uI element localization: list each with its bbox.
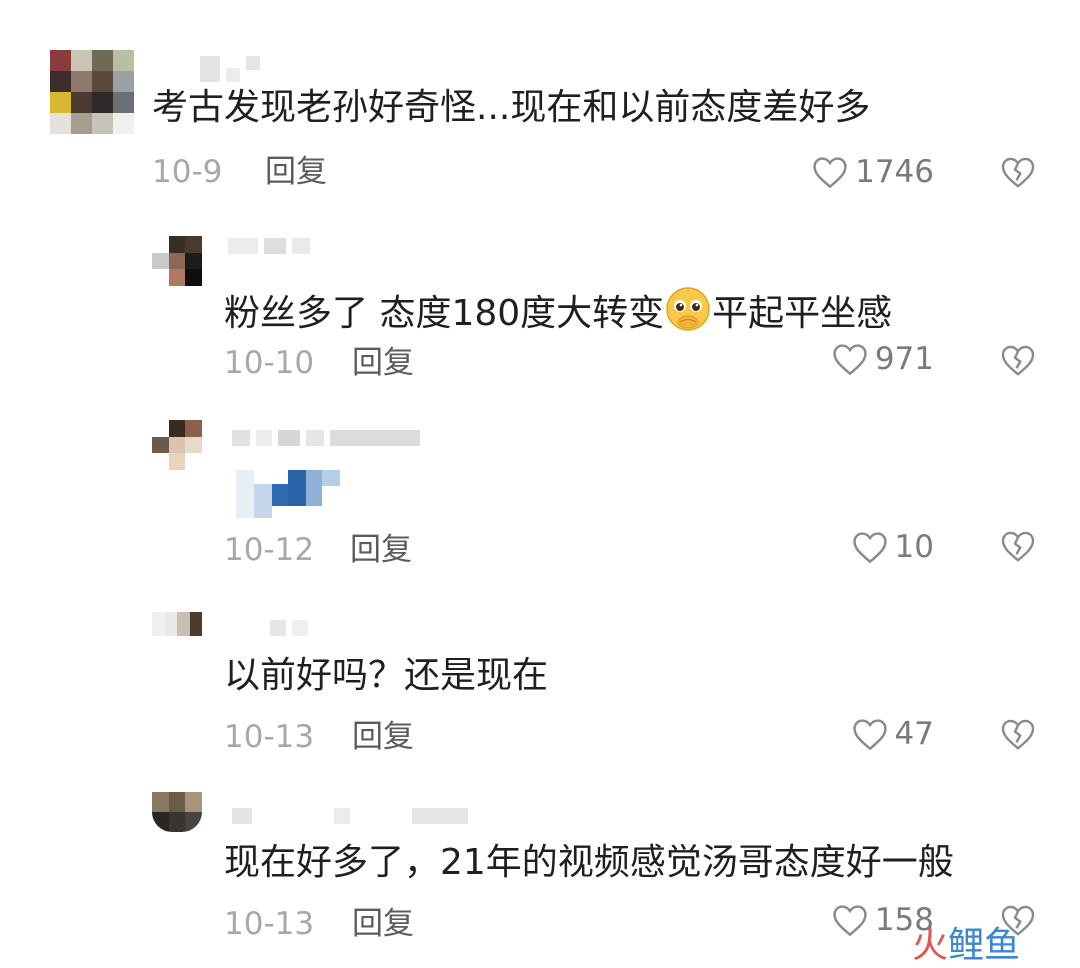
comment-date: 10-12 bbox=[224, 532, 315, 568]
watermark-part-2: 鲤鱼 bbox=[948, 925, 1021, 966]
comment-text: 考古发现老孙好奇怪...现在和以前态度差好多 bbox=[152, 87, 871, 128]
avatar[interactable] bbox=[50, 50, 134, 134]
comment-date: 10-13 bbox=[224, 719, 315, 755]
avatar[interactable] bbox=[152, 792, 202, 832]
reply-button[interactable]: 回复 bbox=[265, 157, 327, 188]
comment-text-part-2: 平起平坐感 bbox=[712, 293, 893, 334]
pleading-face-emoji bbox=[666, 287, 710, 331]
username-blurred[interactable] bbox=[232, 430, 420, 446]
comment-text: 以前好吗？还是现在 bbox=[224, 655, 549, 696]
username-blurred[interactable] bbox=[228, 238, 310, 254]
comment-text: 粉丝多了 态度180度大转变 平起平坐感 bbox=[224, 285, 892, 333]
heart-outline-icon bbox=[833, 344, 867, 376]
broken-heart-icon[interactable] bbox=[1000, 716, 1036, 752]
username-blurred[interactable] bbox=[270, 620, 308, 636]
heart-outline-icon bbox=[852, 532, 887, 564]
comment-text: 现在好多了，21年的视频感觉汤哥态度好一般 bbox=[224, 842, 954, 883]
comment-date: 10-9 bbox=[152, 154, 223, 190]
comment-image-blurred[interactable] bbox=[236, 470, 340, 518]
comment-text-part-1: 粉丝多了 态度180度大转变 bbox=[224, 293, 665, 334]
like-count: 971 bbox=[874, 340, 934, 377]
comment-date: 10-13 bbox=[224, 906, 315, 942]
heart-outline-icon bbox=[852, 719, 887, 751]
broken-heart-icon[interactable] bbox=[1000, 528, 1036, 564]
watermark-part-1: 火 bbox=[912, 925, 949, 966]
reply-button[interactable]: 回复 bbox=[350, 535, 412, 566]
like-count: 1746 bbox=[855, 153, 934, 190]
broken-heart-icon[interactable] bbox=[1000, 342, 1036, 378]
like-button[interactable]: 10 bbox=[851, 530, 934, 564]
reply-button[interactable]: 回复 bbox=[352, 909, 414, 940]
username-blurred[interactable] bbox=[232, 808, 468, 824]
username-blurred[interactable] bbox=[200, 56, 260, 82]
reply-button[interactable]: 回复 bbox=[352, 348, 414, 379]
avatar[interactable] bbox=[152, 612, 202, 636]
like-button[interactable]: 971 bbox=[831, 342, 934, 376]
heart-outline-icon bbox=[833, 905, 867, 937]
like-count: 10 bbox=[894, 528, 934, 565]
avatar[interactable] bbox=[152, 236, 202, 286]
like-button[interactable]: 47 bbox=[851, 717, 934, 751]
broken-heart-icon[interactable] bbox=[1000, 154, 1036, 190]
comment-date: 10-10 bbox=[224, 345, 315, 381]
like-button[interactable]: 1746 bbox=[811, 155, 934, 189]
reply-button[interactable]: 回复 bbox=[352, 722, 414, 753]
heart-outline-icon bbox=[813, 157, 847, 189]
watermark: 火鲤鱼 bbox=[912, 916, 1020, 968]
avatar[interactable] bbox=[152, 420, 202, 470]
like-count: 47 bbox=[894, 715, 934, 752]
